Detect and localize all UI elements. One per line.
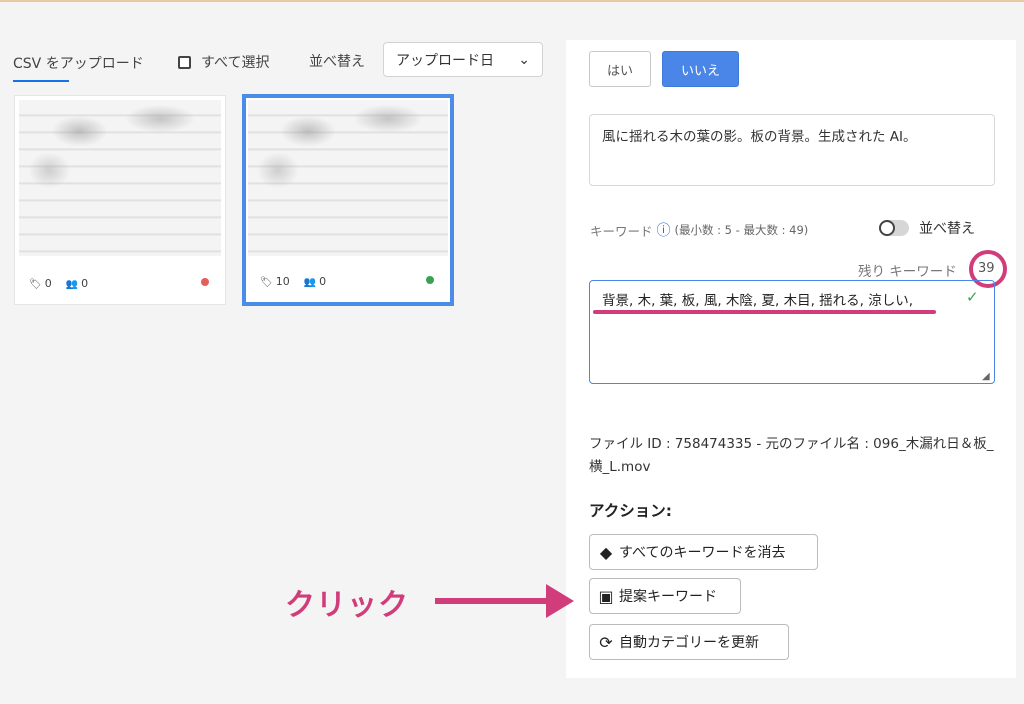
select-all-checkbox[interactable]: すべて選択	[178, 52, 269, 72]
thumbnail-card[interactable]: 🏷 0 👥 0	[14, 95, 226, 305]
clear-keywords-button[interactable]: ◆ すべてのキーワードを消去	[589, 534, 818, 570]
file-info: ファイル ID : 758474335 - 元のファイル名 : 096_木漏れ日…	[589, 436, 994, 475]
tag-icon: 🏷	[29, 279, 42, 290]
thumbnail-card-selected[interactable]: 🏷 10 👥 0	[242, 94, 454, 306]
toggle-switch[interactable]	[879, 220, 909, 236]
yes-button[interactable]: はい	[589, 51, 651, 87]
sort-dropdown-value: アップロード日	[396, 52, 494, 69]
suggest-keywords-button[interactable]: ▣ 提案キーワード	[589, 578, 741, 614]
image-sparkle-icon: ▣	[598, 586, 614, 606]
active-tab-indicator	[13, 80, 69, 82]
remaining-keywords-label: 残り キーワード	[858, 264, 957, 280]
clear-keywords-label: すべてのキーワードを消去	[619, 545, 786, 561]
status-dot	[201, 278, 209, 286]
people-count: 👥 0	[66, 277, 88, 290]
top-divider	[0, 0, 1024, 2]
tag-icon: 🏷	[260, 277, 273, 288]
keyword-count: 🏷 10	[260, 275, 290, 288]
people-count-value: 0	[81, 277, 89, 290]
sort-label: 並べ替え	[309, 54, 365, 70]
people-count: 👥 0	[304, 275, 326, 288]
check-icon: ✓	[966, 288, 979, 306]
keyword-count-value: 0	[44, 277, 52, 290]
sort-toggle-label: 並べ替え	[919, 221, 975, 237]
highlight-underline	[593, 310, 936, 314]
toggle-knob	[879, 220, 895, 236]
people-icon: 👥	[303, 277, 317, 288]
sort-dropdown[interactable]: アップロード日 ⌄	[383, 42, 543, 77]
tab-csv-upload[interactable]: CSV をアップロード	[13, 53, 144, 73]
detail-panel: はい いいえ 風に揺れる木の葉の影。板の背景。生成された AI。 キーワード ⓘ…	[566, 40, 1016, 678]
thumbnail-image[interactable]	[19, 100, 221, 256]
no-button[interactable]: いいえ	[662, 51, 739, 87]
chevron-down-icon: ⌄	[518, 51, 530, 68]
title-field[interactable]: 風に揺れる木の葉の影。板の背景。生成された AI。	[589, 114, 995, 186]
keyword-count: 🏷 0	[29, 277, 52, 290]
select-all-label: すべて選択	[201, 55, 270, 71]
people-icon: 👥	[65, 279, 79, 290]
keywords-textarea[interactable]: 背景, 木, 葉, 板, 風, 木陰, 夏, 木目, 揺れる, 涼しい,	[589, 280, 995, 384]
thumbnail-image[interactable]	[248, 100, 448, 256]
status-dot	[426, 276, 434, 284]
refresh-icon: ⟳	[599, 632, 613, 652]
sort-toggle[interactable]: 並べ替え	[879, 218, 975, 238]
info-icon[interactable]: ⓘ	[657, 220, 671, 240]
actions-title: アクション:	[589, 502, 672, 520]
resize-handle-icon[interactable]: ◢	[982, 371, 990, 382]
annotation-arrow-shaft	[435, 598, 553, 604]
keywords-header: キーワード ⓘ (最小数 : 5 - 最大数 : 49)	[590, 220, 808, 240]
annotation-arrow-head	[546, 584, 574, 618]
people-count-value: 0	[319, 275, 327, 288]
keywords-label: キーワード	[590, 223, 653, 239]
checkbox-icon[interactable]	[178, 55, 191, 69]
click-annotation-label: クリック	[285, 588, 409, 623]
suggest-keywords-label: 提案キーワード	[619, 589, 717, 605]
eraser-icon: ◆	[599, 542, 613, 562]
auto-category-button[interactable]: ⟳ 自動カテゴリーを更新	[589, 624, 789, 660]
auto-category-label: 自動カテゴリーを更新	[619, 635, 759, 651]
keyword-count-value: 10	[275, 275, 290, 288]
keywords-minmax: (最小数 : 5 - 最大数 : 49)	[674, 223, 809, 237]
thumbnail-meta: 🏷 10 👥 0	[260, 275, 326, 288]
thumbnail-meta: 🏷 0 👥 0	[29, 277, 88, 290]
